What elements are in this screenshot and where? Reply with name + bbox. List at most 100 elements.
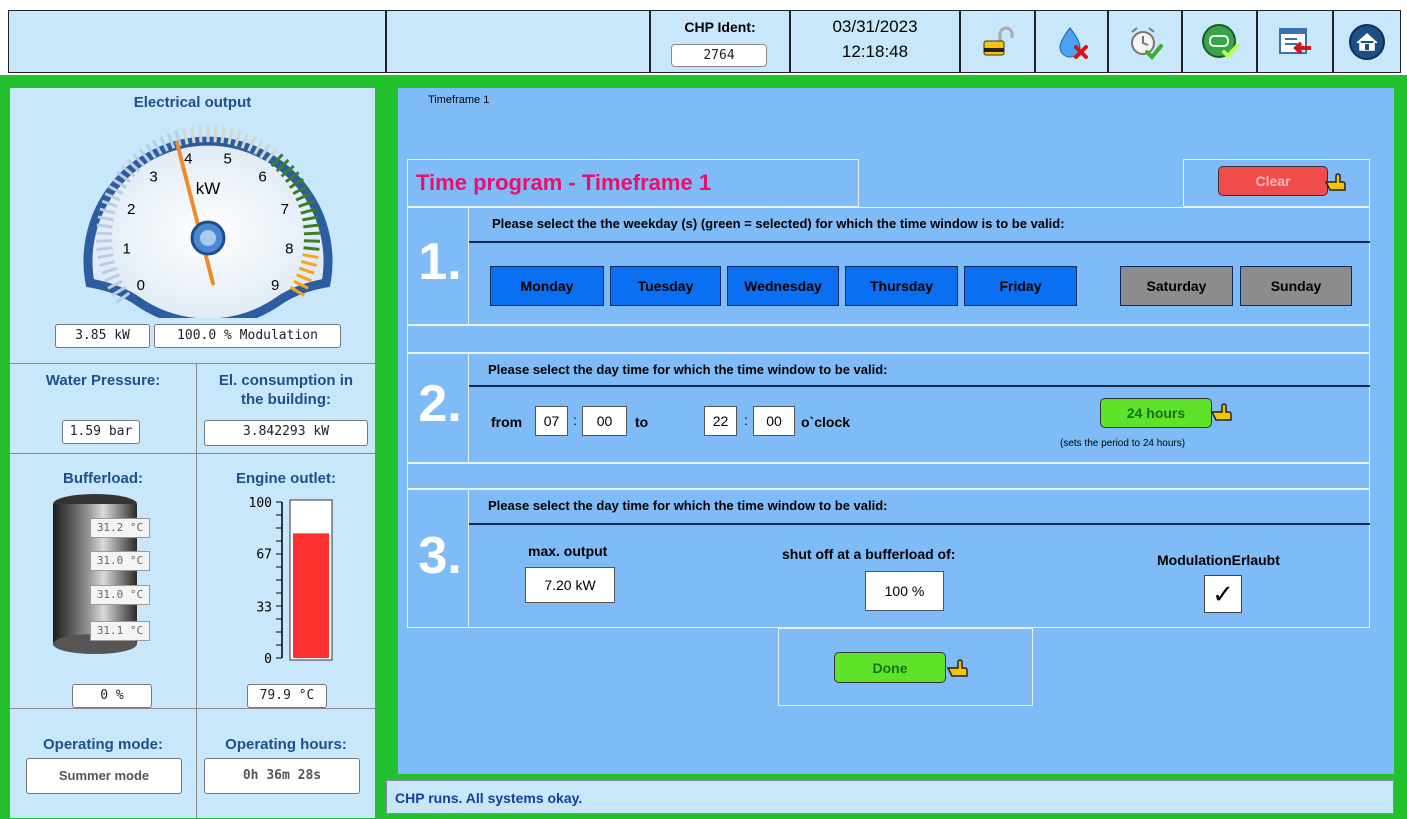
el-consumption-title-2: the building: [241, 391, 331, 408]
pointer-hand-icon [1324, 173, 1346, 191]
step2-number: 2. [418, 375, 462, 433]
divider [10, 708, 375, 709]
day-friday-button[interactable]: Friday [964, 266, 1077, 306]
day-tuesday-button[interactable]: Tuesday [610, 266, 721, 306]
gauge-scale-segment [96, 246, 113, 251]
gauge-tick-label: 8 [285, 240, 293, 257]
water-error-icon [1058, 26, 1088, 59]
el-consumption-value: 3.842293 kW [204, 420, 368, 446]
exit-window-button[interactable] [1257, 10, 1333, 73]
step3-separator [469, 523, 1370, 525]
clear-button[interactable]: Clear [1218, 166, 1328, 196]
max-output-label: max. output [528, 543, 608, 559]
window-exit-icon [1279, 27, 1311, 54]
chp-ok-icon [1201, 23, 1239, 59]
engine-outlet-title: Engine outlet: [236, 470, 336, 487]
buffer-temp-3: 31.0 °C [90, 585, 150, 605]
thermo-tick-label: 67 [256, 547, 272, 562]
alarm-clock-check-icon [1131, 26, 1163, 60]
lock-button[interactable] [960, 10, 1035, 73]
gauge-scale-segment [198, 126, 203, 143]
engine-outlet-level [293, 533, 329, 658]
current-date: 03/31/2023 [832, 17, 918, 36]
gauge-tick-label: 4 [184, 150, 192, 167]
timeframe-label: Timeframe 1 [428, 94, 490, 106]
chp-ident-panel: CHP Ident: 2764 [650, 10, 790, 73]
chp-ident-value: 2764 [671, 44, 767, 67]
left-status-panel: Electrical output 0123456789 kW 3.85 kW … [10, 88, 375, 818]
operating-mode-title: Operating mode: [42, 736, 163, 753]
from-colon: : [573, 412, 577, 428]
from-hour-input[interactable]: 07 [535, 406, 568, 436]
engine-outlet-thermometer: 100 67 33 0 [249, 496, 333, 667]
page-title: Time program - Timeframe 1 [416, 170, 712, 195]
home-button[interactable] [1333, 10, 1401, 73]
from-label: from [491, 414, 523, 430]
operating-hours-value: 0h 36m 28s [204, 758, 360, 794]
to-hour-input[interactable]: 22 [704, 406, 737, 436]
day-thursday-button[interactable]: Thursday [845, 266, 958, 306]
timer-status-button[interactable] [1108, 10, 1182, 73]
oclock-label: o`clock [801, 414, 851, 430]
thermo-tick-label: 33 [256, 601, 272, 616]
shutoff-label: shut off at a bufferload of: [782, 546, 956, 562]
step1-number: 1. [418, 233, 462, 291]
24-hours-button[interactable]: 24 hours [1100, 398, 1212, 428]
pointer-hand-icon [946, 659, 968, 677]
step3-instruction: Please select the day time for which the… [488, 498, 888, 513]
step1-separator [469, 241, 1370, 243]
chp-status-button[interactable] [1182, 10, 1257, 73]
gauge-tick-label: 7 [281, 201, 289, 218]
pointer-hand-icon [1210, 403, 1232, 421]
modulation-value: 100.0 % Modulation [154, 324, 341, 348]
step1-instruction: Please select the the weekday (s) (green… [492, 216, 1065, 231]
top-bar: CHP Ident: 2764 03/31/2023 12:18:48 [0, 0, 1407, 75]
modulation-checkbox[interactable]: ✓ [1204, 575, 1242, 613]
divider [10, 453, 375, 454]
from-minute-input[interactable]: 00 [582, 406, 627, 436]
gauge-unit: kW [196, 179, 221, 198]
to-label: to [635, 414, 649, 430]
gauge-tick-label: 1 [122, 240, 130, 257]
thermo-tick-label: 100 [249, 496, 272, 511]
to-colon: : [744, 412, 748, 428]
spacer-row [407, 325, 1370, 353]
el-consumption-title-1: El. consumption in [218, 372, 354, 389]
chp-ident-label: CHP Ident: [684, 19, 756, 35]
done-button[interactable]: Done [834, 652, 946, 683]
shutoff-input[interactable]: 100 % [865, 571, 944, 611]
top-bar-left-blank [8, 10, 386, 73]
to-minute-input[interactable]: 00 [753, 406, 795, 436]
bufferload-title: Bufferload: [63, 470, 143, 487]
water-pressure-title: Water Pressure: [45, 372, 161, 389]
gauge-tick-label: 2 [127, 201, 135, 218]
gauge-scale-segment [213, 126, 218, 143]
unlock-icon [983, 26, 1013, 55]
modulation-label: ModulationErlaubt [1157, 552, 1280, 568]
gauge-tick-label: 6 [258, 169, 266, 186]
max-output-input[interactable]: 7.20 kW [525, 567, 615, 603]
electrical-output-gauge: 01234 56789 kW [83, 126, 333, 318]
engine-outlet-value: 79.9 °C [247, 684, 327, 708]
top-bar-middle-blank [386, 10, 650, 73]
gauge-tick-label: 9 [271, 277, 279, 294]
step2-instruction: Please select the day time for which the… [488, 362, 888, 377]
gauge-scale-segment [303, 223, 320, 229]
gauge-scale-segment [96, 231, 113, 236]
datetime-panel: 03/31/2023 12:18:48 [790, 10, 960, 73]
gauge-scale-segment [96, 223, 113, 229]
water-status-button[interactable] [1035, 10, 1108, 73]
thermo-tick-label: 0 [264, 652, 272, 667]
spacer-row [407, 463, 1370, 489]
divider [10, 363, 375, 364]
day-saturday-button[interactable]: Saturday [1120, 266, 1233, 306]
step2-separator [469, 385, 1370, 387]
day-sunday-button[interactable]: Sunday [1240, 266, 1352, 306]
24-hours-note: (sets the period to 24 hours) [1060, 438, 1186, 449]
day-monday-button[interactable]: Monday [490, 266, 604, 306]
operating-hours-title: Operating hours: [225, 736, 347, 753]
power-value: 3.85 kW [55, 324, 150, 348]
buffer-temp-2: 31.0 °C [90, 551, 150, 571]
day-wednesday-button[interactable]: Wednesday [727, 266, 839, 306]
gauge-tick-label: 5 [224, 150, 232, 167]
